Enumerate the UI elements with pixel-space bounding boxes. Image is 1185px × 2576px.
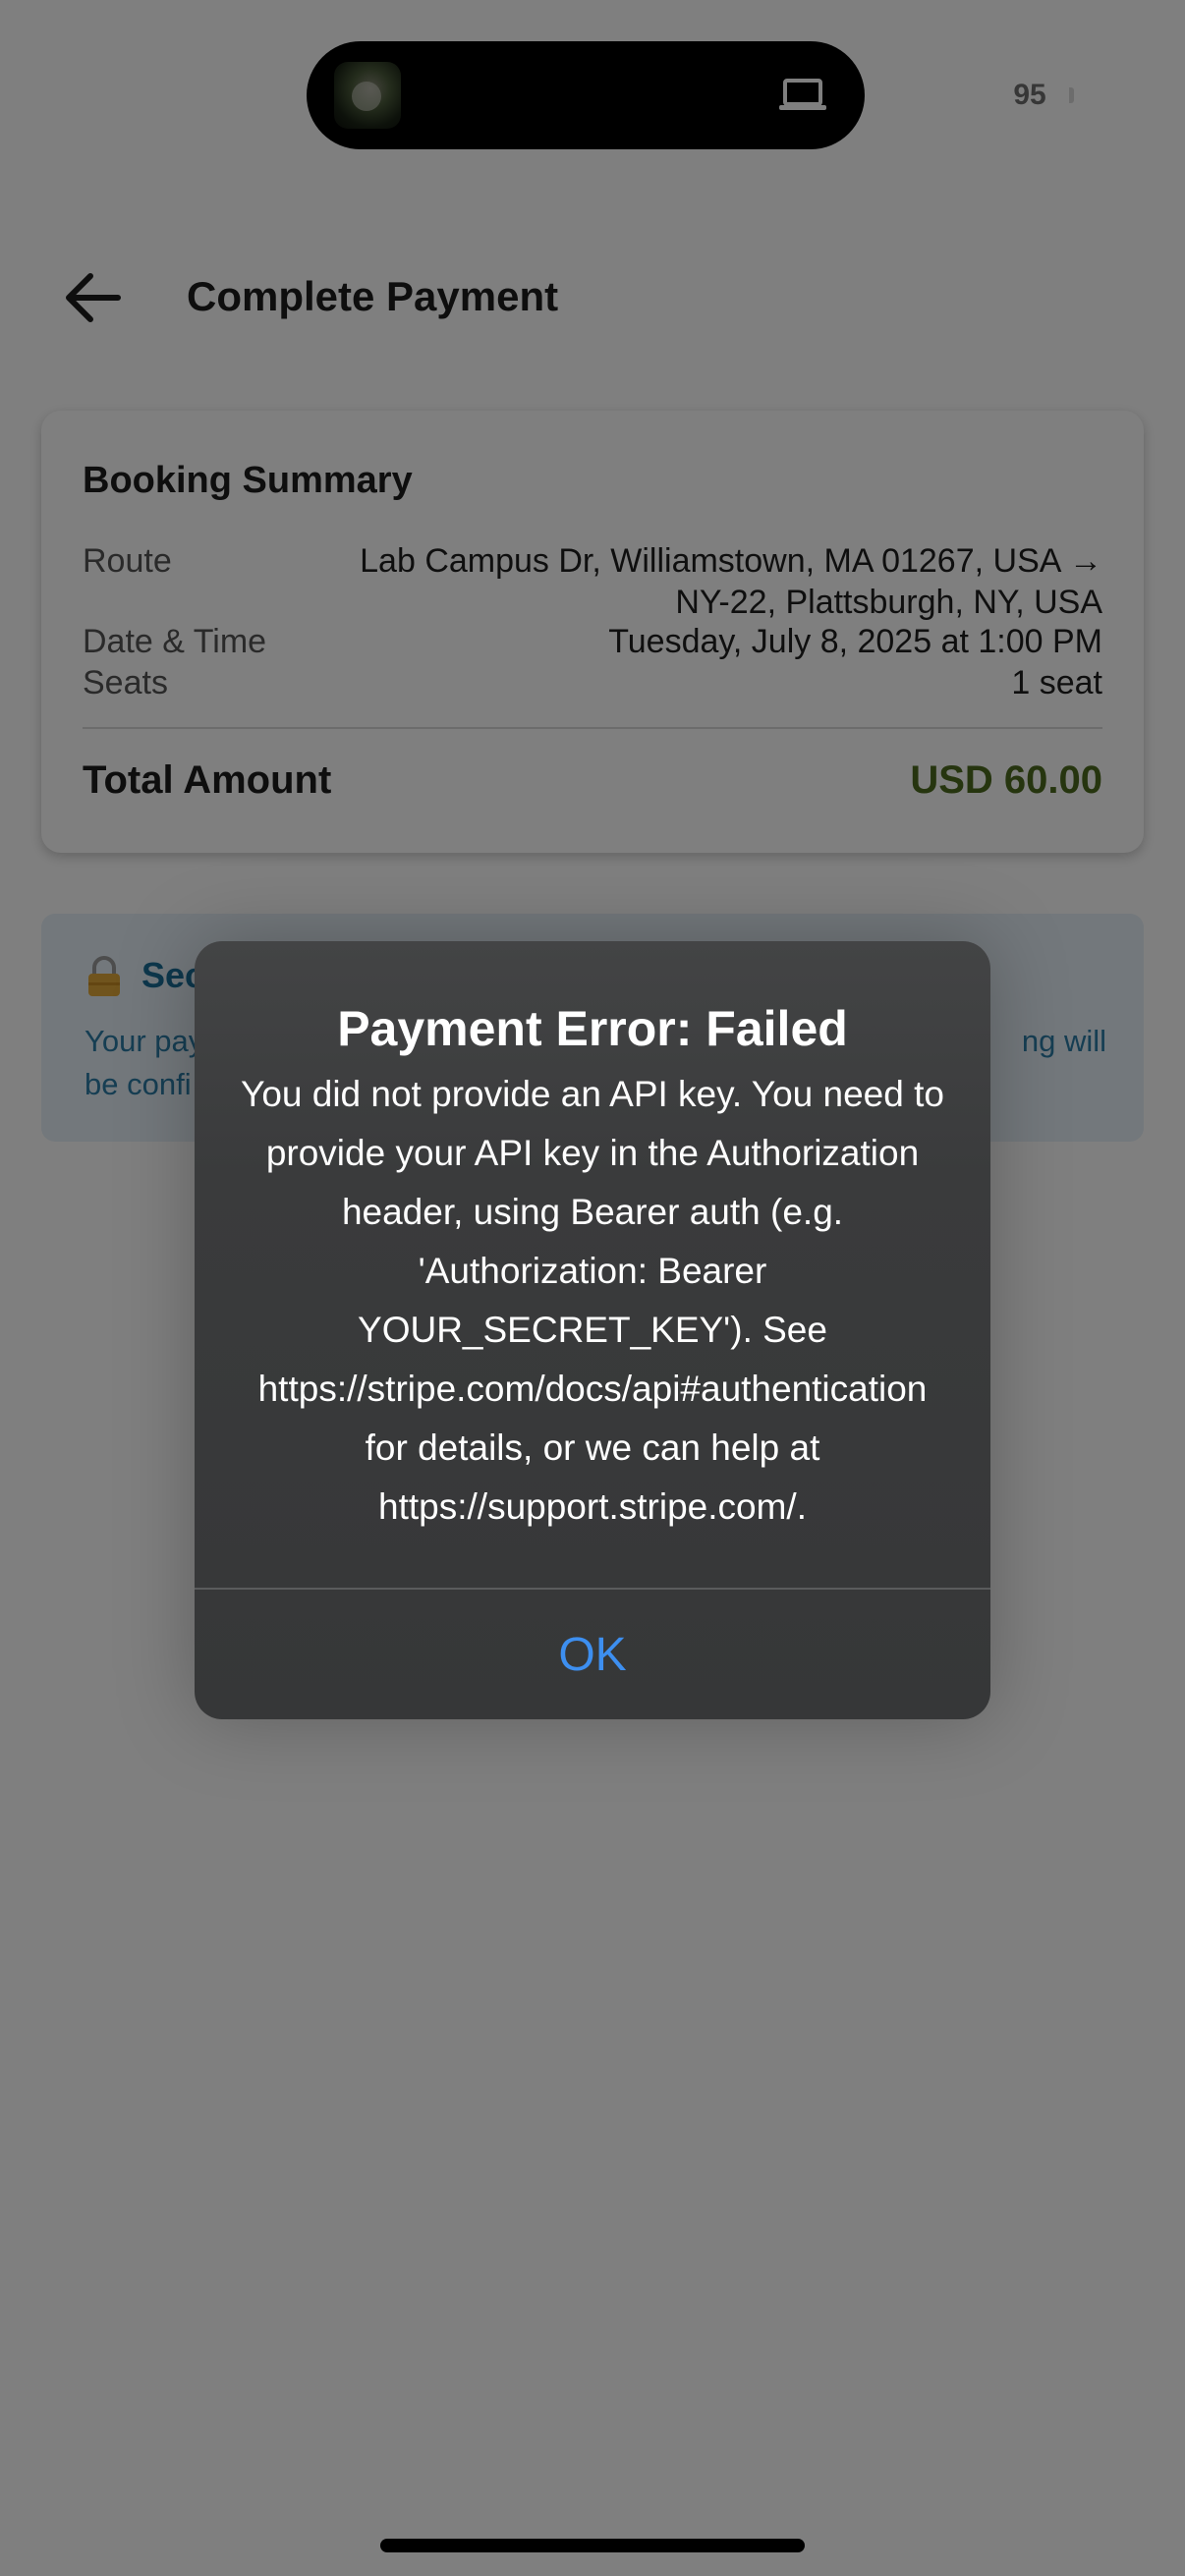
alert-title: Payment Error: Failed xyxy=(337,1001,848,1056)
home-indicator[interactable] xyxy=(380,2539,805,2552)
alert-message: You did not provide an API key. You need… xyxy=(241,1074,944,1527)
ok-button[interactable]: OK xyxy=(195,1590,990,1719)
payment-error-alert: Payment Error: Failed You did not provid… xyxy=(195,941,990,1719)
